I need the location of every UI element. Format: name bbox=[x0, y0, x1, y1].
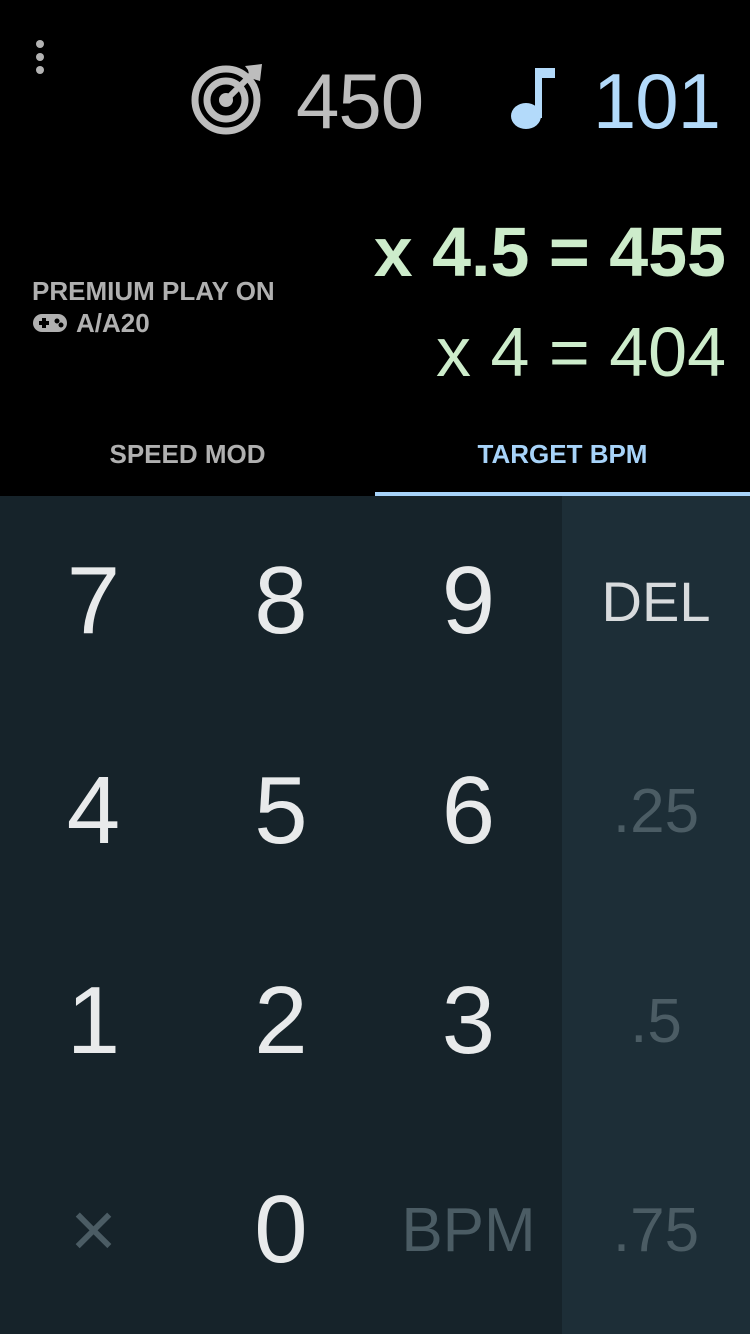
premium-label: PREMIUM PLAY ON bbox=[32, 276, 275, 306]
key-1[interactable]: 1 bbox=[0, 916, 187, 1126]
key-5[interactable]: 5 bbox=[187, 706, 375, 916]
key-3[interactable]: 3 bbox=[375, 916, 562, 1126]
bpm-value: 101 bbox=[592, 57, 721, 145]
bpm-key[interactable]: BPM bbox=[375, 1126, 562, 1334]
target-icon bbox=[191, 64, 262, 135]
keypad: 7 8 9 4 5 6 1 2 3 × 0 BPM bbox=[0, 496, 562, 1334]
result-primary: x 4.5 = 455 bbox=[373, 213, 726, 291]
more-vertical-icon[interactable] bbox=[20, 30, 60, 84]
tab-speed-mod[interactable]: SPEED MOD bbox=[0, 412, 375, 496]
premium-mode: A/A20 bbox=[76, 308, 150, 338]
key-4[interactable]: 4 bbox=[0, 706, 187, 916]
target-value: 450 bbox=[296, 57, 424, 145]
three-quarter-key[interactable]: .75 bbox=[562, 1126, 750, 1334]
key-0[interactable]: 0 bbox=[187, 1126, 375, 1334]
header: 450 101 PREMIUM PLAY ON A/A20 x 4.5 = 45… bbox=[0, 0, 750, 496]
quarter-key[interactable]: .25 bbox=[562, 706, 750, 916]
gamepad-icon bbox=[33, 314, 67, 332]
half-key[interactable]: .5 bbox=[562, 916, 750, 1126]
tab-target-bpm[interactable]: TARGET BPM bbox=[375, 412, 750, 496]
key-8[interactable]: 8 bbox=[187, 496, 375, 706]
side-keypad: DEL .25 .5 .75 bbox=[562, 496, 750, 1334]
key-9[interactable]: 9 bbox=[375, 496, 562, 706]
key-6[interactable]: 6 bbox=[375, 706, 562, 916]
multiply-key[interactable]: × bbox=[0, 1126, 187, 1334]
premium-play-info: PREMIUM PLAY ON A/A20 bbox=[32, 275, 275, 339]
key-2[interactable]: 2 bbox=[187, 916, 375, 1126]
key-7[interactable]: 7 bbox=[0, 496, 187, 706]
result-secondary: x 4 = 404 bbox=[436, 313, 726, 391]
music-note-icon bbox=[511, 68, 555, 129]
delete-button[interactable]: DEL bbox=[562, 496, 750, 706]
